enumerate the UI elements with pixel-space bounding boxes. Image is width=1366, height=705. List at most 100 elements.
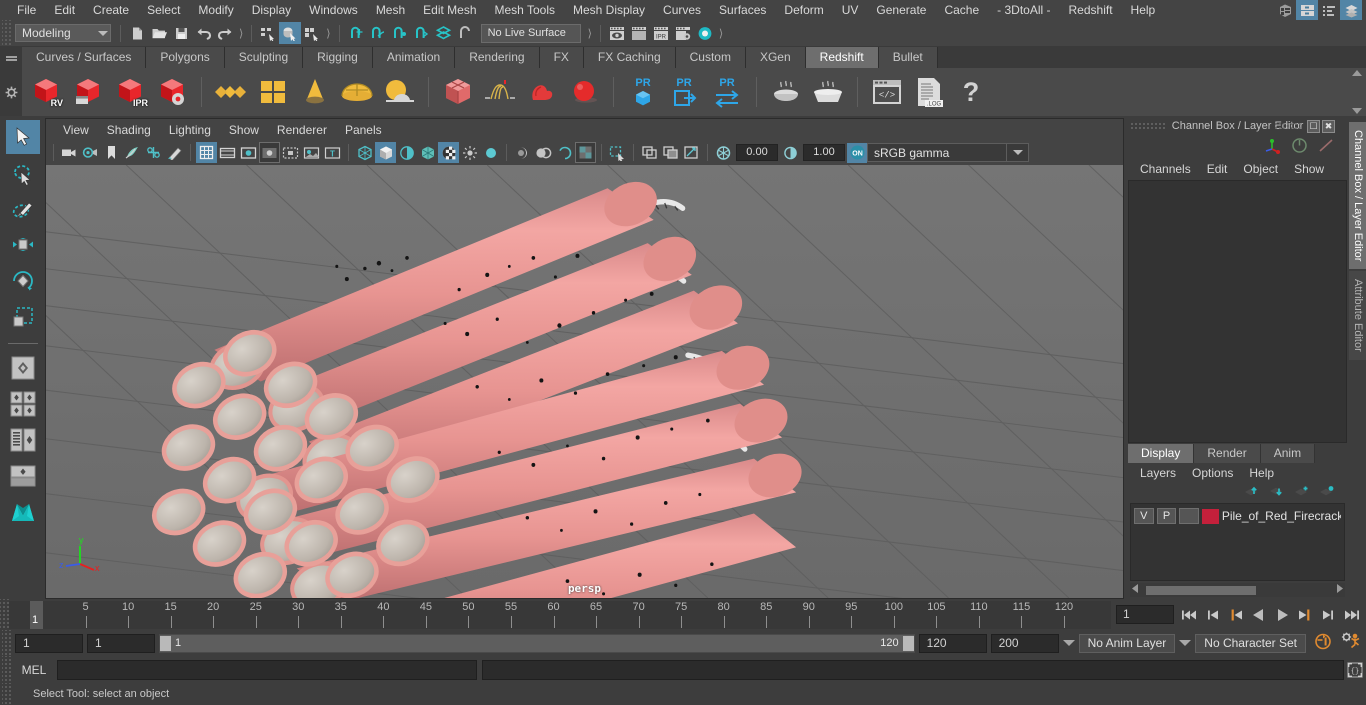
- channel-box-toggle-icon[interactable]: [1296, 0, 1318, 21]
- exposure-field[interactable]: 0.00: [736, 144, 778, 161]
- layer-playback-toggle[interactable]: P: [1156, 508, 1177, 524]
- shelf-tab-sculpting[interactable]: Sculpting: [224, 47, 304, 68]
- image-plane-icon[interactable]: [122, 142, 143, 163]
- resolution-gate-icon[interactable]: [238, 142, 259, 163]
- menu-modify[interactable]: Modify: [189, 0, 242, 20]
- vtab-channel-box-layer-editor[interactable]: Channel Box / Layer Editor: [1349, 122, 1366, 270]
- render-settings-icon[interactable]: [672, 22, 694, 44]
- menu-mesh[interactable]: Mesh: [367, 0, 414, 20]
- anim-layer-select[interactable]: No Anim Layer: [1078, 633, 1176, 653]
- gate-mask-icon[interactable]: [259, 142, 280, 163]
- render-current-frame-icon[interactable]: [606, 22, 628, 44]
- camera-attributes-icon[interactable]: [80, 142, 101, 163]
- create-new-layer-icon[interactable]: [1294, 485, 1310, 501]
- shelf-tab-xgen[interactable]: XGen: [745, 47, 806, 68]
- color-management-icon[interactable]: ON: [847, 142, 867, 163]
- hypershade-icon[interactable]: [694, 22, 716, 44]
- animation-start-time-field[interactable]: 1: [15, 633, 83, 653]
- shelf-scroll-buttons[interactable]: [1350, 70, 1364, 114]
- menu-mesh-tools[interactable]: Mesh Tools: [486, 0, 564, 20]
- layer-row[interactable]: V P Pile_of_Red_Firecracke: [1134, 507, 1341, 525]
- shelf-button-redshift-sphere-light[interactable]: [564, 72, 604, 112]
- menu-create[interactable]: Create: [84, 0, 138, 20]
- manipulator-axis-icon[interactable]: [1264, 137, 1281, 157]
- shade-selected-items-icon[interactable]: [396, 142, 417, 163]
- shelf-tab-polygons[interactable]: Polygons: [146, 47, 225, 68]
- layer-type-toggle[interactable]: [1179, 508, 1200, 524]
- tab-display[interactable]: Display: [1128, 444, 1195, 463]
- save-scene-icon[interactable]: [170, 22, 192, 44]
- viewport-menu-panels[interactable]: Panels: [336, 123, 391, 137]
- xray-active-components-icon[interactable]: [681, 142, 702, 163]
- channel-menu-edit[interactable]: Edit: [1199, 162, 1236, 176]
- shadows-icon[interactable]: [512, 142, 533, 163]
- shelf-button-redshift-environment[interactable]: [379, 72, 419, 112]
- statusline-drag-handle[interactable]: [2, 20, 11, 46]
- help-line-drag-handle[interactable]: [2, 683, 11, 705]
- attribute-editor-toggle-icon[interactable]: [1318, 0, 1340, 21]
- layout-outliner-persp[interactable]: [6, 423, 40, 457]
- object-select-icon[interactable]: [279, 22, 302, 44]
- shelf-drag-handle[interactable]: [0, 46, 22, 68]
- open-scene-icon[interactable]: [148, 22, 170, 44]
- range-right-grip[interactable]: [902, 635, 914, 651]
- shelf-button-redshift-render-settings[interactable]: [152, 72, 192, 112]
- component-select-icon[interactable]: [301, 22, 323, 44]
- move-layer-down-icon[interactable]: [1269, 485, 1285, 501]
- create-layer-from-selected-icon[interactable]: [1319, 485, 1335, 501]
- shelf-tab-custom[interactable]: Custom: [675, 47, 746, 68]
- safe-title-icon[interactable]: T: [322, 142, 343, 163]
- play-backwards-icon[interactable]: [1248, 604, 1270, 626]
- shelf-button-redshift-light-cone[interactable]: [295, 72, 335, 112]
- film-gate-icon[interactable]: [217, 142, 238, 163]
- range-slider-bar[interactable]: 1 120: [159, 633, 915, 653]
- command-input[interactable]: [57, 659, 477, 680]
- shelf-button-redshift-proxy-swap[interactable]: PR: [707, 72, 747, 112]
- layer-menu-help[interactable]: Help: [1241, 466, 1282, 480]
- collapse-arrow-icon[interactable]: ⟩: [239, 27, 243, 40]
- animation-preferences-icon[interactable]: [1340, 632, 1366, 654]
- ipr-render-icon[interactable]: IPR: [650, 22, 672, 44]
- script-editor-icon[interactable]: {}: [1344, 659, 1366, 681]
- scrollbar-thumb[interactable]: [1146, 585, 1256, 595]
- viewport-menu-shading[interactable]: Shading: [98, 123, 160, 137]
- viewport-menu-view[interactable]: View: [54, 123, 98, 137]
- shelf-button-redshift-volume[interactable]: [522, 72, 562, 112]
- layer-menu-layers[interactable]: Layers: [1132, 466, 1184, 480]
- step-forward-frame-icon[interactable]: [1317, 604, 1339, 626]
- auto-key-icon[interactable]: [1310, 632, 1336, 654]
- hierarchy-select-icon[interactable]: [257, 22, 279, 44]
- menu-select[interactable]: Select: [138, 0, 189, 20]
- scroll-left-icon[interactable]: [1131, 583, 1140, 597]
- menu-3dtoall[interactable]: - 3DtoAll -: [988, 0, 1059, 20]
- time-slider-drag-handle[interactable]: [0, 599, 9, 630]
- close-icon[interactable]: ✖: [1322, 119, 1335, 133]
- shelf-button-redshift-log[interactable]: .LOG: [909, 72, 949, 112]
- live-surface-field[interactable]: No Live Surface: [480, 23, 581, 43]
- tab-render[interactable]: Render: [1194, 444, 1261, 463]
- gamma-field[interactable]: 1.00: [803, 144, 845, 161]
- menu-display[interactable]: Display: [243, 0, 300, 20]
- menu-windows[interactable]: Windows: [300, 0, 367, 20]
- viewport-menu-show[interactable]: Show: [220, 123, 268, 137]
- vtab-attribute-editor[interactable]: Attribute Editor: [1349, 271, 1366, 361]
- scroll-up-icon[interactable]: [1352, 70, 1362, 76]
- channel-menu-show[interactable]: Show: [1286, 162, 1332, 176]
- shelf-button-redshift-bake-1[interactable]: [766, 72, 806, 112]
- command-language-label[interactable]: MEL: [11, 663, 57, 677]
- use-default-lighting-icon[interactable]: [459, 142, 480, 163]
- step-back-key-icon[interactable]: [1225, 604, 1247, 626]
- use-all-lights-icon[interactable]: [480, 142, 501, 163]
- shelf-tab-fx[interactable]: FX: [539, 47, 584, 68]
- playback-end-time-field[interactable]: 120: [918, 633, 987, 653]
- channel-menu-object[interactable]: Object: [1235, 162, 1286, 176]
- layer-menu-options[interactable]: Options: [1184, 466, 1241, 480]
- screen-space-ao-icon[interactable]: [533, 142, 554, 163]
- layer-color-swatch[interactable]: [1202, 508, 1219, 524]
- texture-icon[interactable]: [438, 142, 459, 163]
- layer-name[interactable]: Pile_of_Red_Firecracke: [1222, 509, 1341, 523]
- layout-four-view[interactable]: [6, 387, 40, 421]
- shelf-tab-redshift[interactable]: Redshift: [805, 47, 879, 68]
- playback-start-time-field[interactable]: 1: [87, 633, 155, 653]
- layout-single-perspective[interactable]: [6, 351, 40, 385]
